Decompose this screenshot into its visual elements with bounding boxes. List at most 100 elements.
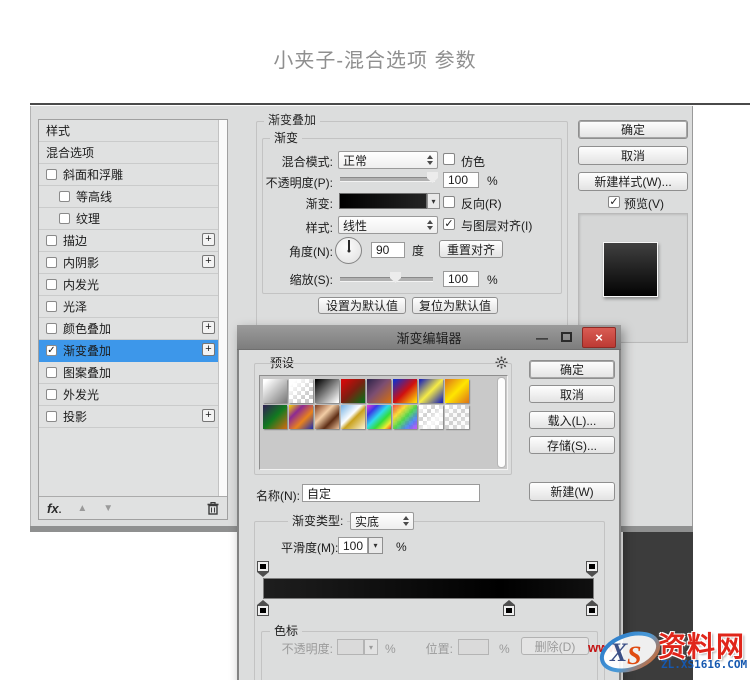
style-item-label: 内阴影 bbox=[63, 254, 99, 271]
styles-list-item[interactable]: 颜色叠加+ bbox=[39, 318, 219, 340]
fx-icon[interactable]: fx. bbox=[47, 501, 61, 516]
style-item-checkbox[interactable]: ✓ bbox=[46, 345, 57, 356]
gradient-preset-swatch[interactable] bbox=[367, 379, 391, 403]
style-item-plus-icon[interactable]: + bbox=[202, 321, 215, 334]
styles-list-item[interactable]: 斜面和浮雕 bbox=[39, 164, 219, 186]
style-item-checkbox[interactable] bbox=[59, 213, 70, 224]
style-item-plus-icon[interactable]: + bbox=[202, 255, 215, 268]
dither-checkbox[interactable] bbox=[443, 153, 455, 165]
gradient-preset-swatch[interactable] bbox=[419, 379, 443, 403]
opacity-input[interactable]: 100 bbox=[443, 172, 479, 188]
name-input[interactable]: 自定 bbox=[302, 484, 480, 502]
opacity-slider[interactable] bbox=[340, 177, 435, 182]
gradient-preset-swatch[interactable] bbox=[419, 405, 443, 429]
maximize-icon[interactable] bbox=[561, 332, 572, 342]
move-down-icon[interactable]: ▼ bbox=[103, 503, 113, 514]
styles-list-item[interactable]: 外发光 bbox=[39, 384, 219, 406]
styles-list-item[interactable]: 等高线 bbox=[39, 186, 219, 208]
smoothness-dropdown-arrow[interactable]: ▾ bbox=[368, 537, 383, 554]
gradient-preset-swatch[interactable] bbox=[289, 379, 313, 403]
styles-list-item[interactable]: 内阴影 + bbox=[39, 252, 219, 274]
gradient-preset-swatch[interactable] bbox=[263, 379, 287, 403]
gradient-preset-swatch[interactable] bbox=[393, 405, 417, 429]
style-item-checkbox[interactable] bbox=[46, 323, 57, 334]
presets-scrollbar[interactable] bbox=[497, 377, 506, 468]
styles-list-item[interactable]: 图案叠加 bbox=[39, 362, 219, 384]
gradient-preview-bar[interactable] bbox=[263, 578, 594, 599]
gradient-preset-swatch[interactable] bbox=[445, 379, 469, 403]
ls-ok-button[interactable]: 确定 bbox=[578, 120, 688, 139]
style-item-plus-icon[interactable]: + bbox=[202, 409, 215, 422]
ge-new-button[interactable]: 新建(W) bbox=[529, 482, 615, 501]
gradient-preset-swatch[interactable] bbox=[263, 405, 287, 429]
reset-default-button[interactable]: 复位为默认值 bbox=[412, 297, 498, 314]
new-style-button[interactable]: 新建样式(W)... bbox=[578, 172, 688, 191]
styles-list-item[interactable]: 纹理 bbox=[39, 208, 219, 230]
ge-cancel-button[interactable]: 取消 bbox=[529, 385, 615, 403]
angle-input[interactable]: 90 bbox=[371, 242, 405, 258]
style-item-checkbox[interactable] bbox=[46, 301, 57, 312]
ge-ok-button[interactable]: 确定 bbox=[529, 360, 615, 379]
gradient-preset-swatch[interactable] bbox=[393, 379, 417, 403]
color-stop-right[interactable] bbox=[586, 600, 598, 616]
style-item-checkbox[interactable] bbox=[46, 257, 57, 268]
reverse-checkbox[interactable] bbox=[443, 196, 455, 208]
style-item-checkbox[interactable] bbox=[46, 411, 57, 422]
align-checkbox[interactable]: ✓ bbox=[443, 218, 455, 230]
opacity-stop-left[interactable] bbox=[257, 561, 269, 577]
style-select[interactable]: 线性 bbox=[338, 216, 438, 234]
gradient-preset-swatch[interactable] bbox=[315, 379, 339, 403]
smoothness-input[interactable]: 100 bbox=[338, 537, 368, 554]
gradient-preset-swatch[interactable] bbox=[341, 405, 365, 429]
close-icon[interactable]: × bbox=[582, 327, 616, 348]
ls-cancel-button[interactable]: 取消 bbox=[578, 146, 688, 165]
style-item-checkbox[interactable] bbox=[46, 235, 57, 246]
style-item-plus-icon[interactable]: + bbox=[202, 343, 215, 356]
styles-list-item[interactable]: 投影+ bbox=[39, 406, 219, 428]
style-item-label: 混合选项 bbox=[46, 144, 94, 161]
styles-list-item[interactable]: 样式 bbox=[39, 120, 219, 142]
gradient-preset-swatch[interactable] bbox=[445, 405, 469, 429]
opacity-stop-right[interactable] bbox=[586, 561, 598, 577]
style-item-checkbox[interactable] bbox=[46, 169, 57, 180]
gradient-picker-arrow[interactable]: ▾ bbox=[427, 193, 440, 209]
scale-slider[interactable] bbox=[340, 277, 433, 282]
style-item-checkbox[interactable] bbox=[46, 367, 57, 378]
gradient-preset-swatch[interactable] bbox=[367, 405, 391, 429]
style-item-checkbox[interactable] bbox=[46, 279, 57, 290]
load-button[interactable]: 载入(L)... bbox=[529, 411, 615, 429]
gradient-preset-swatch[interactable] bbox=[341, 379, 365, 403]
color-stop-left[interactable] bbox=[257, 600, 269, 616]
style-item-plus-icon[interactable]: + bbox=[202, 233, 215, 246]
minimize-icon[interactable]: — bbox=[536, 331, 550, 345]
styles-list-item[interactable]: 内发光 bbox=[39, 274, 219, 296]
style-item-checkbox[interactable] bbox=[46, 389, 57, 400]
style-item-label: 描边 bbox=[63, 232, 87, 249]
preview-checkbox[interactable]: ✓ bbox=[608, 196, 620, 208]
gradient-swatch[interactable] bbox=[339, 193, 427, 209]
delete-stop-button: 删除(D) bbox=[521, 637, 589, 655]
set-default-button[interactable]: 设置为默认值 bbox=[318, 297, 406, 314]
styles-list-item[interactable]: 光泽 bbox=[39, 296, 219, 318]
page-title: 小夹子-混合选项 参数 bbox=[0, 44, 750, 73]
trash-icon[interactable] bbox=[207, 502, 219, 515]
reset-align-button[interactable]: 重置对齐 bbox=[439, 240, 503, 258]
gradient-preset-gradient bbox=[393, 379, 417, 403]
color-stop-middle[interactable] bbox=[503, 600, 515, 616]
move-up-icon[interactable]: ▲ bbox=[77, 503, 87, 514]
styles-list-item[interactable]: 混合选项 bbox=[39, 142, 219, 164]
gradient-preset-swatch[interactable] bbox=[289, 405, 313, 429]
updown-arrow-icon bbox=[403, 516, 409, 526]
stop-opacity-input bbox=[337, 639, 364, 655]
angle-dial[interactable] bbox=[335, 237, 362, 264]
styles-list-item[interactable]: 描边 + bbox=[39, 230, 219, 252]
scale-input[interactable]: 100 bbox=[443, 271, 479, 287]
blend-mode-select[interactable]: 正常 bbox=[338, 151, 438, 169]
style-item-checkbox[interactable] bbox=[59, 191, 70, 202]
gradient-preset-swatch[interactable] bbox=[315, 405, 339, 429]
save-button[interactable]: 存储(S)... bbox=[529, 436, 615, 454]
styles-list-scrollbar[interactable] bbox=[218, 120, 227, 497]
gradient-type-select[interactable]: 实底 bbox=[350, 512, 414, 530]
styles-list-item[interactable]: ✓渐变叠加+ bbox=[39, 340, 219, 362]
style-item-label: 光泽 bbox=[63, 298, 87, 315]
